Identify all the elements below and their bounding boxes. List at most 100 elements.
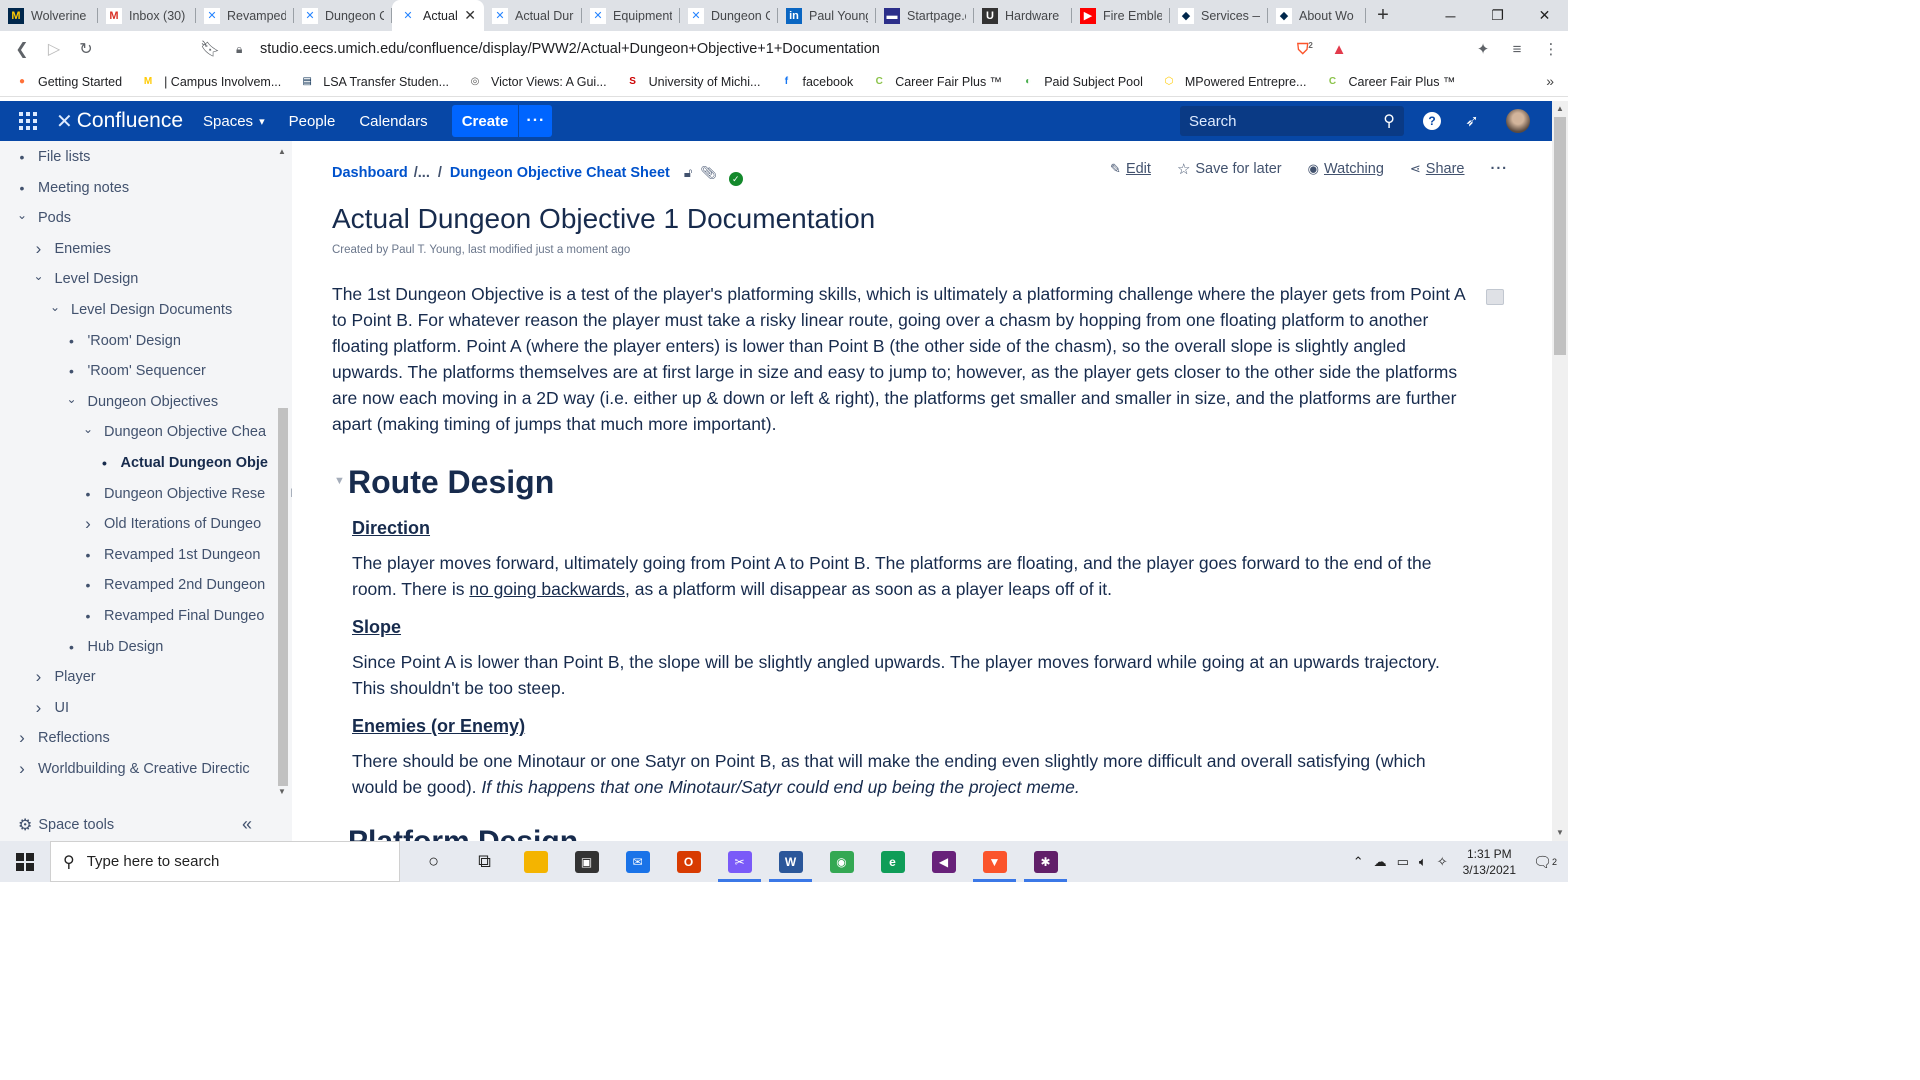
- sidebar-tree-item[interactable]: ⌄ Level Design Documents: [47, 295, 232, 325]
- bookmark-icon[interactable]: 🔖︎: [194, 33, 226, 65]
- sidebar-tree-item[interactable]: › UI: [31, 693, 69, 723]
- space-tools-button[interactable]: ⚙ Space tools: [18, 815, 114, 835]
- sidebar-tree-item[interactable]: • File lists: [14, 142, 91, 172]
- bookmark-item[interactable]: ● Getting Started: [14, 74, 122, 90]
- store-icon[interactable]: ▣: [561, 841, 612, 882]
- scroll-down-icon[interactable]: ▼: [278, 787, 286, 796]
- search-input[interactable]: Search ⚲: [1180, 106, 1404, 136]
- browser-tab[interactable]: ✕ Actual ✕: [392, 0, 484, 31]
- browser-tab[interactable]: in Paul Young: [778, 0, 876, 31]
- nav-calendars[interactable]: Calendars: [359, 113, 427, 130]
- sidebar-tree-item[interactable]: › Reflections: [14, 723, 110, 753]
- breadcrumb-dashboard[interactable]: Dashboard: [332, 165, 408, 181]
- chevron-down-icon[interactable]: ⌄: [31, 269, 47, 283]
- browser-tab[interactable]: ✕ Dungeon O: [680, 0, 778, 31]
- scroll-up-icon[interactable]: ▲: [278, 147, 286, 156]
- chevron-down-icon[interactable]: ⌄: [64, 392, 80, 406]
- dropbox-icon[interactable]: ✧: [1437, 854, 1448, 870]
- browser-menu-icon[interactable]: ⋮: [1534, 40, 1568, 58]
- bookmark-item[interactable]: ▤ LSA Transfer Studen...: [299, 74, 450, 90]
- file-explorer-icon[interactable]: ▭: [510, 841, 561, 882]
- sidebar-tree-item[interactable]: • 'Room' Design: [64, 326, 181, 356]
- sidebar-tree-item[interactable]: ⌄ Pods: [14, 203, 71, 233]
- browser-tab[interactable]: ▬ Startpage.c: [876, 0, 974, 31]
- avatar[interactable]: [1506, 109, 1530, 133]
- sidebar-tree-item[interactable]: • Revamped 2nd Dungeon: [80, 570, 266, 600]
- chevron-down-icon[interactable]: ⌄: [47, 300, 63, 314]
- sidebar-scrollbar[interactable]: ▲ ▼: [275, 141, 290, 801]
- sidebar-tree-item[interactable]: ⌄ Level Design: [31, 264, 138, 294]
- bookmark-item[interactable]: S University of Michi...: [625, 74, 760, 90]
- more-actions-icon[interactable]: ···: [1491, 161, 1509, 177]
- slack-icon[interactable]: ✱: [1020, 841, 1071, 882]
- page-scroll-thumb[interactable]: [1554, 117, 1566, 355]
- browser-tab[interactable]: U Hardware: [974, 0, 1072, 31]
- taskbar-clock[interactable]: 1:31 PM 3/13/2021: [1463, 846, 1516, 878]
- brave-shield-icon[interactable]: ⛉ 2: [1288, 41, 1322, 58]
- browser-tab[interactable]: ▶ Fire Emble: [1072, 0, 1170, 31]
- collapse-sidebar-icon[interactable]: «: [242, 814, 252, 835]
- cortana-icon[interactable]: ○: [408, 841, 459, 882]
- windows-start-icon[interactable]: [0, 841, 50, 882]
- sidebar-tree-item[interactable]: • Actual Dungeon Obje: [97, 448, 268, 478]
- notifications-icon[interactable]: ➶: [1460, 109, 1484, 133]
- page-scrollbar[interactable]: ▲ ▼: [1552, 101, 1568, 841]
- nav-spaces[interactable]: Spaces ▾: [203, 113, 265, 130]
- action-center-icon[interactable]: 🗨︎ 2: [1530, 853, 1560, 871]
- nav-people[interactable]: People: [289, 113, 336, 130]
- sidebar-tree-item[interactable]: • Meeting notes: [14, 173, 130, 203]
- scroll-down-icon[interactable]: ▼: [1556, 828, 1564, 837]
- bookmark-item[interactable]: C Career Fair Plus ™: [871, 74, 1003, 90]
- battery-icon[interactable]: ▭: [1397, 854, 1409, 870]
- bookmark-item[interactable]: C Career Fair Plus ™: [1324, 74, 1456, 90]
- brave-icon[interactable]: ▼: [969, 841, 1020, 882]
- bookmark-item[interactable]: ◐ Paid Subject Pool: [1020, 74, 1143, 90]
- create-button[interactable]: Create: [451, 105, 519, 137]
- bookmark-item[interactable]: ⬡ MPowered Entrepre...: [1161, 74, 1307, 90]
- chevron-down-icon[interactable]: ⌄: [14, 208, 30, 222]
- chevron-right-icon[interactable]: ›: [80, 514, 96, 534]
- browser-tab[interactable]: M Inbox (30): [98, 0, 196, 31]
- chrome-icon[interactable]: ◉: [816, 841, 867, 882]
- sidebar-tree-item[interactable]: › Enemies: [31, 234, 111, 264]
- confluence-logo[interactable]: ✕ Confluence: [56, 109, 183, 134]
- sidebar-tree-item[interactable]: • Dungeon Objective Rese: [80, 479, 266, 509]
- office-icon[interactable]: O: [663, 841, 714, 882]
- taskbar-search-input[interactable]: ⚲ Type here to search: [50, 841, 400, 882]
- back-icon[interactable]: ❮: [6, 33, 38, 65]
- bookmark-item[interactable]: ◎ Victor Views: A Gui...: [467, 74, 607, 90]
- close-tab-icon[interactable]: ✕: [464, 7, 476, 24]
- sidebar-tree-item[interactable]: • Revamped 1st Dungeon: [80, 540, 261, 570]
- onedrive-icon[interactable]: ☁: [1374, 854, 1387, 870]
- reload-icon[interactable]: ↻: [70, 33, 102, 65]
- share-button[interactable]: ⋖ Share: [1410, 161, 1465, 177]
- close-window-icon[interactable]: ✕: [1521, 0, 1568, 31]
- collapse-heading-icon[interactable]: ▼: [334, 475, 345, 487]
- chevron-up-icon[interactable]: ⌃: [1353, 854, 1364, 870]
- visual-studio-icon[interactable]: ◀: [918, 841, 969, 882]
- minimize-icon[interactable]: ─: [1427, 0, 1474, 31]
- browser-tab[interactable]: ✕ Revamped: [196, 0, 294, 31]
- edge-icon[interactable]: e: [867, 841, 918, 882]
- sidebar-tree-item[interactable]: • 'Room' Sequencer: [64, 356, 206, 386]
- new-tab-button[interactable]: +: [1366, 0, 1400, 31]
- extensions-icon[interactable]: ✦: [1466, 40, 1500, 58]
- save-for-later-button[interactable]: ☆ Save for later: [1177, 160, 1282, 178]
- sidebar-tree-item[interactable]: › Player: [31, 662, 96, 692]
- sidebar-tree-item[interactable]: ⌄ Dungeon Objectives: [64, 387, 218, 417]
- brave-rewards-icon[interactable]: ▲: [1322, 41, 1356, 58]
- watching-button[interactable]: ◉ Watching: [1308, 161, 1384, 177]
- snip-icon[interactable]: ✂: [714, 841, 765, 882]
- sidebar-scroll-thumb[interactable]: [278, 408, 288, 786]
- chevron-right-icon[interactable]: ›: [31, 698, 47, 718]
- sidebar-tree-item[interactable]: • Hub Design: [64, 632, 163, 662]
- mail-icon[interactable]: ✉: [612, 841, 663, 882]
- sidebar-tree-item[interactable]: › Worldbuilding & Creative Directic: [14, 754, 250, 784]
- scroll-up-icon[interactable]: ▲: [1556, 104, 1564, 113]
- chevron-down-icon[interactable]: ⌄: [80, 422, 96, 436]
- sidebar-tree-item[interactable]: › Old Iterations of Dungeo: [80, 509, 261, 539]
- page-tree-toggle-icon[interactable]: [1486, 289, 1504, 305]
- bookmarks-overflow-icon[interactable]: »: [1546, 73, 1554, 89]
- help-icon[interactable]: ?: [1420, 109, 1444, 133]
- chevron-right-icon[interactable]: ›: [14, 759, 30, 779]
